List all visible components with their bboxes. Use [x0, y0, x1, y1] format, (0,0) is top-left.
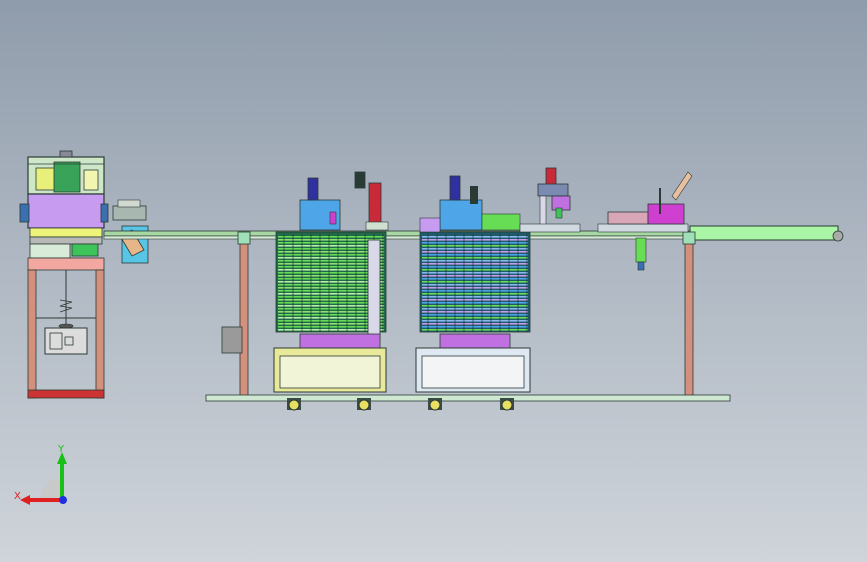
magazine-slot: [422, 302, 528, 304]
machine-drawing: Y X: [14, 150, 844, 505]
magazine-slot: [422, 251, 528, 253]
magazine-slot: [422, 236, 528, 238]
magazine-slot: [422, 326, 528, 328]
magazine-slot: [422, 296, 528, 298]
magazine-slot: [422, 314, 528, 316]
magazine-slot: [422, 305, 528, 307]
magazine-slot: [422, 287, 528, 289]
y-axis-label: Y: [57, 444, 65, 455]
magazine-slot: [422, 290, 528, 292]
magazine-slot: [422, 320, 528, 322]
magazine-slot: [422, 284, 528, 286]
magazine-slot: [422, 248, 528, 250]
magazine-slot: [278, 236, 384, 238]
caster-wheel: [357, 398, 371, 411]
magazine-slot: [422, 260, 528, 262]
pick-and-place-head: [519, 167, 581, 233]
magazine-slot: [422, 263, 528, 265]
caster-wheel: [428, 398, 442, 411]
magazine-slot: [422, 275, 528, 277]
magazine-slot: [422, 269, 528, 271]
magazine-slot: [422, 245, 528, 247]
magazine-slot: [422, 239, 528, 241]
stacker-unit-2: [415, 175, 531, 411]
caster-wheel: [287, 398, 301, 411]
magazine-slot: [422, 311, 528, 313]
magazine-slot: [422, 254, 528, 256]
z-axis-dot: [59, 496, 67, 504]
magazine-slot: [422, 281, 528, 283]
axis-triad: Y X: [14, 444, 67, 505]
right-output-station: [597, 171, 693, 271]
left-feeder-station: [19, 150, 149, 399]
magazine-slot: [422, 266, 528, 268]
magazine-slot: [422, 293, 528, 295]
x-axis-label: X: [14, 491, 21, 502]
magazine-slot: [422, 308, 528, 310]
magazine-slot: [422, 317, 528, 319]
caster-wheel: [500, 398, 514, 411]
magazine-slot: [422, 323, 528, 325]
magazine-slot: [422, 299, 528, 301]
x-axis-arrowhead: [20, 495, 30, 505]
magazine-slot: [422, 272, 528, 274]
cad-viewport[interactable]: Y X: [0, 0, 867, 562]
stacker-unit-1: [273, 171, 389, 411]
magazine-slot: [422, 329, 528, 331]
magazine-slot: [422, 278, 528, 280]
magazine-slot: [422, 242, 528, 244]
magazine-slot: [422, 257, 528, 259]
